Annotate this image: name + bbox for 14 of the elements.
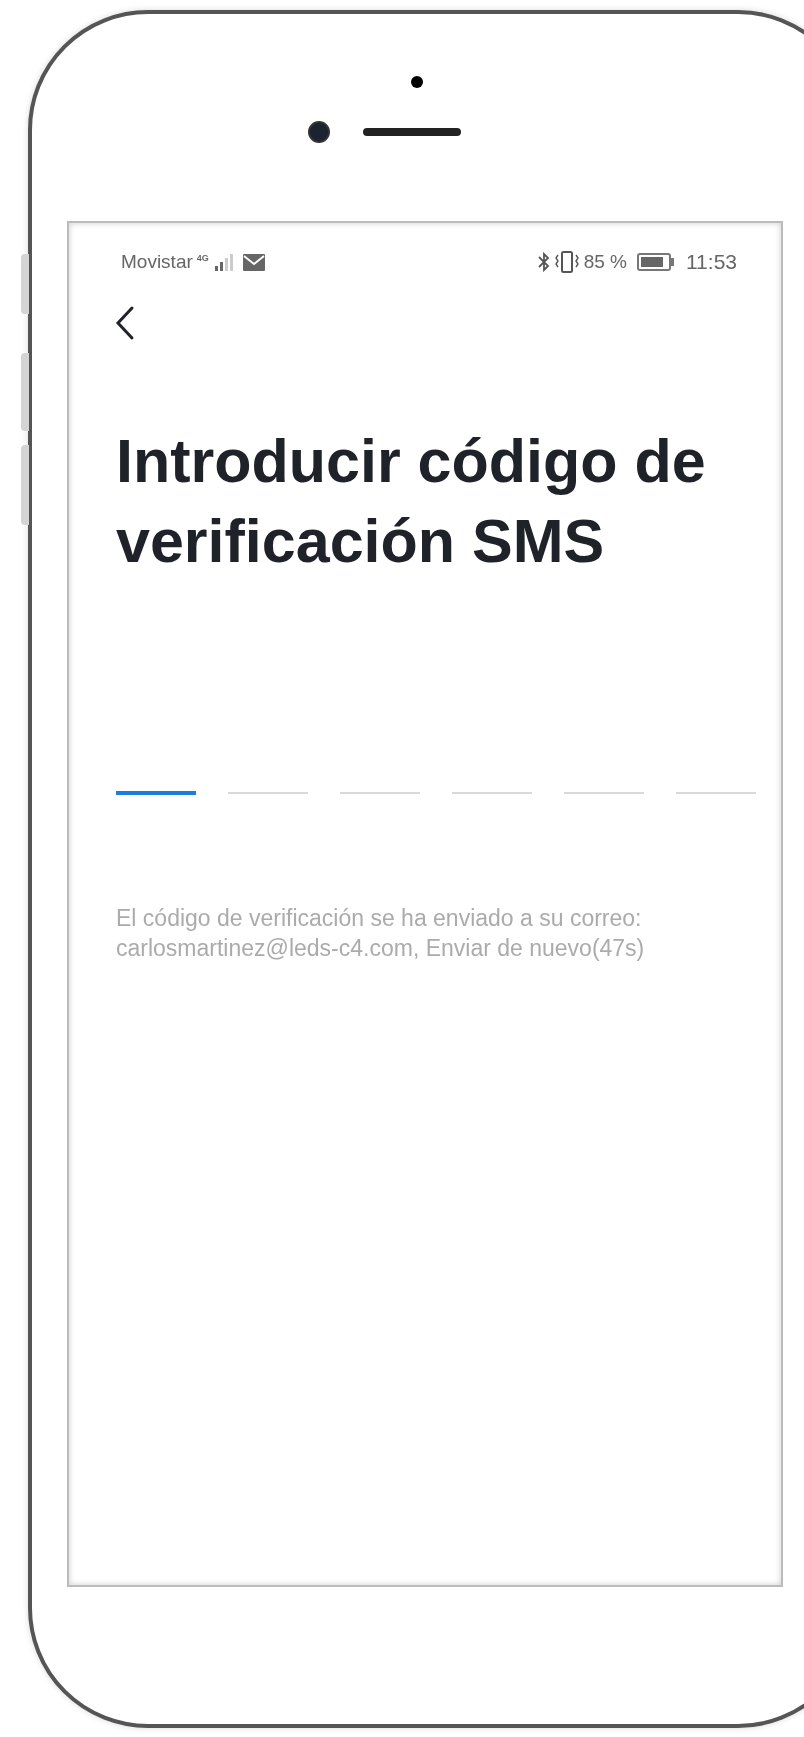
battery-percent: 85 %: [583, 249, 627, 274]
envelope-icon: [242, 253, 265, 271]
bluetooth-icon: [537, 252, 550, 272]
carrier-name: Movistar: [121, 249, 193, 274]
speaker-icon: [363, 128, 461, 136]
clock-time: 11:53: [686, 249, 737, 276]
battery-icon: [637, 253, 674, 271]
code-digit-field[interactable]: [116, 791, 196, 795]
camera-icon: [308, 121, 330, 143]
network-type: 4G: [196, 253, 209, 263]
verification-message: El código de verificación se ha enviado a su correo: carlosmartinez@leds-c4.com, Enviar de nuevo(47s): [116, 904, 646, 963]
page-title: Introducir código de verificación SMS: [116, 426, 707, 577]
signal-icon: [212, 252, 233, 272]
vibrate-icon: [553, 251, 580, 273]
